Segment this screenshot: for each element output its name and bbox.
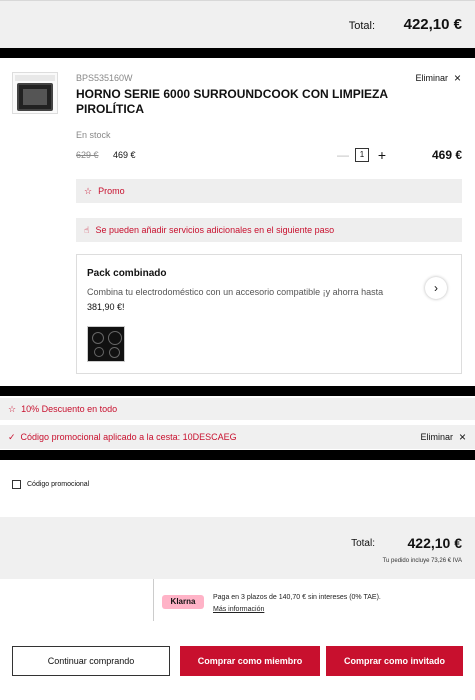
top-total-label: Total: (348, 20, 375, 32)
hob-image[interactable] (87, 326, 125, 362)
star-icon: ☆ (8, 403, 17, 414)
checkmark-icon: ✓ (8, 432, 16, 442)
divider-bar (0, 450, 475, 460)
product-sku: BPS535160W (76, 73, 133, 83)
klarna-logo: Klarna (162, 595, 204, 609)
continue-shopping-button[interactable]: Continuar comprando (12, 646, 170, 676)
summary-total-label: Total: (351, 538, 375, 549)
global-discount-row: ☆ 10% Descuento en todo (0, 398, 475, 420)
klarna-more-info-link[interactable]: Más información (213, 606, 264, 613)
services-notice: ☝ Se pueden añadir servicios adicionales… (76, 218, 462, 242)
summary-total-amount: 422,10 € (407, 535, 463, 551)
buy-as-guest-button[interactable]: Comprar como invitado (326, 646, 463, 676)
chevron-right-icon[interactable]: › (425, 277, 447, 299)
star-icon: ☆ (84, 185, 93, 196)
coupon-applied: ✓ Código promocional aplicado a la cesta… (8, 432, 237, 443)
close-icon: × (458, 429, 466, 444)
promo-box[interactable]: ☆ Promo (76, 179, 462, 203)
klarna-financing: Klarna Paga en 3 plazos de 140,70 € sin … (0, 579, 475, 621)
divider-bar (0, 48, 475, 58)
global-discount-text: 10% Descuento en todo (21, 404, 118, 414)
klarna-text: Paga en 3 plazos de 140,70 € sin interes… (213, 594, 381, 601)
product-name[interactable]: HORNO SERIE 6000 SURROUNDCOOK CON LIMPIE… (76, 87, 396, 117)
applied-coupon-row: ✓ Código promocional aplicado a la cesta… (0, 425, 475, 449)
oven-panel-icon (15, 75, 55, 81)
stock-status: En stock (76, 130, 111, 140)
unit-price: 469 € (113, 150, 136, 160)
increase-quantity-button[interactable]: + (377, 147, 387, 163)
remove-coupon-label: Eliminar (420, 432, 453, 442)
pack-description-text: Combina tu electrodoméstico con un acces… (87, 287, 384, 297)
services-notice-text: Se pueden añadir servicios adicionales e… (95, 225, 335, 235)
promo-code-checkbox[interactable]: Código promocional (12, 480, 89, 489)
close-icon: × (453, 70, 461, 85)
vertical-divider (153, 579, 154, 621)
promo-code-label: Código promocional (27, 481, 90, 488)
product-image[interactable] (12, 72, 58, 114)
divider-bar (0, 386, 475, 396)
hand-pointer-icon: ☝ (84, 224, 90, 235)
top-order-total: Total: 422,10 € (0, 0, 475, 48)
vat-note: Tu pedido incluye 73,26 € IVA (382, 558, 462, 564)
top-total-amount: 422,10 € (403, 16, 462, 33)
line-total: 469 € (431, 148, 462, 162)
old-price: 629 € (76, 150, 99, 160)
order-summary: Total: 422,10 € Tu pedido incluye 73,26 … (0, 517, 475, 579)
remove-coupon-button[interactable]: Eliminar × (420, 429, 466, 444)
buy-as-member-button[interactable]: Comprar como miembro (180, 646, 320, 676)
coupon-applied-text: Código promocional aplicado a la cesta: … (20, 432, 237, 442)
cart-item: BPS535160W HORNO SERIE 6000 SURROUNDCOOK… (0, 58, 475, 388)
checkbox[interactable] (12, 480, 21, 489)
remove-label: Eliminar (415, 73, 448, 83)
quantity-stepper: — 1 + (337, 147, 387, 163)
promo-label: Promo (98, 186, 125, 196)
oven-door-icon (17, 83, 53, 111)
quantity-input[interactable]: 1 (355, 148, 369, 162)
pack-title: Pack combinado (87, 268, 167, 279)
decrease-quantity-button[interactable]: — (337, 148, 349, 162)
pack-savings: 381,90 €! (87, 302, 125, 312)
pack-description: Combina tu electrodoméstico con un acces… (87, 285, 407, 315)
pack-combinado-card[interactable]: Pack combinado Combina tu electrodomésti… (76, 254, 462, 374)
remove-item-button[interactable]: Eliminar × (415, 70, 461, 85)
